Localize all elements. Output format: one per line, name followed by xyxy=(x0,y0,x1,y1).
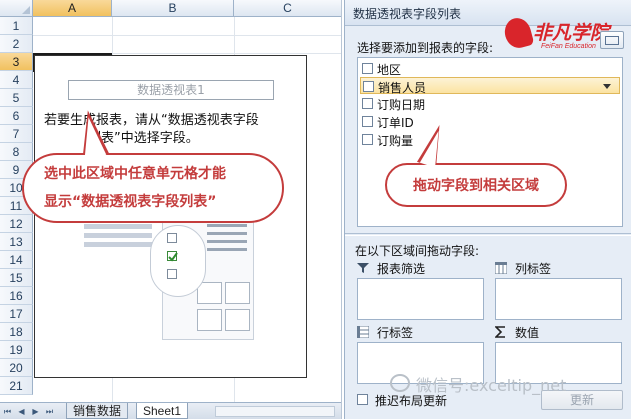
column-header-a[interactable]: A xyxy=(33,0,112,17)
instruction-callout-text: 选中此区域中任意单元格才能 显示“数据透视表字段列表” xyxy=(44,160,276,216)
area-label: 数值 xyxy=(515,326,540,340)
prev-sheet-icon[interactable]: ◀ xyxy=(16,406,27,417)
logo-mark-icon xyxy=(501,15,535,51)
column-labels-area[interactable] xyxy=(495,278,622,320)
select-all-triangle xyxy=(22,6,30,14)
worksheet[interactable]: A B C 1 2 3 4 5 6 7 8 9 10 11 12 13 14 1… xyxy=(0,0,342,419)
field-checkbox[interactable] xyxy=(362,63,373,74)
logo-name: 非凡学院 xyxy=(533,22,610,44)
first-sheet-icon[interactable]: ⏮ xyxy=(2,406,13,417)
watermark: 微信号:exceltip_net xyxy=(390,372,630,396)
excel-window: A B C 1 2 3 4 5 6 7 8 9 10 11 12 13 14 1… xyxy=(0,0,631,419)
row-header[interactable]: 14 xyxy=(0,251,33,269)
column-header-b[interactable]: B xyxy=(112,0,234,17)
watermark-text: 微信号:exceltip_net xyxy=(416,376,567,395)
sheet-tab-bar: ⏮ ◀ ▶ ⏭ 销售数据 Sheet1 xyxy=(0,402,341,419)
column-labels-icon xyxy=(495,262,507,274)
row-header[interactable]: 21 xyxy=(0,377,33,395)
field-label: 销售人员 xyxy=(378,81,427,95)
pivot-field-list-pane: 数据透视表字段列表 非凡学院 FeiFan Education 选择要添加到报表… xyxy=(344,0,631,419)
pivot-illustration xyxy=(84,215,254,340)
row-header[interactable]: 12 xyxy=(0,215,33,233)
pane-splitter[interactable] xyxy=(345,233,631,236)
row-header[interactable]: 6 xyxy=(0,107,33,125)
field-item[interactable]: 订购量 xyxy=(360,131,620,148)
column-header-c[interactable]: C xyxy=(234,0,341,17)
row-header-selected[interactable]: 3 xyxy=(0,53,33,71)
layout-options-button[interactable] xyxy=(600,31,624,49)
row-header[interactable]: 7 xyxy=(0,125,33,143)
field-checkbox[interactable] xyxy=(362,98,373,109)
row-header[interactable]: 18 xyxy=(0,323,33,341)
callout-line: 选中此区域中任意单元格才能 xyxy=(44,166,226,182)
layout-icon xyxy=(605,36,619,45)
row-header[interactable]: 15 xyxy=(0,269,33,287)
brand-logo: 非凡学院 FeiFan Education xyxy=(501,15,615,56)
field-checkbox[interactable] xyxy=(363,81,374,92)
field-item[interactable]: 订购日期 xyxy=(360,95,620,112)
field-checkbox[interactable] xyxy=(362,134,373,145)
chevron-down-icon[interactable] xyxy=(603,84,611,89)
illustration-checkbox-lens xyxy=(150,225,206,297)
row-header[interactable]: 13 xyxy=(0,233,33,251)
next-sheet-icon[interactable]: ▶ xyxy=(30,406,41,417)
area-label: 列标签 xyxy=(515,262,552,276)
row-header[interactable]: 16 xyxy=(0,287,33,305)
area-label: 报表筛选 xyxy=(377,262,426,276)
row-labels-icon xyxy=(357,326,369,338)
field-item-highlighted[interactable]: 销售人员 xyxy=(360,77,620,95)
field-label: 订购量 xyxy=(377,134,414,148)
field-label: 订单ID xyxy=(377,116,414,130)
check-icon xyxy=(167,251,178,262)
logo-subtitle: FeiFan Education xyxy=(541,43,596,50)
horizontal-scrollbar[interactable] xyxy=(215,406,335,417)
row-header[interactable]: 17 xyxy=(0,305,33,323)
field-item[interactable]: 地区 xyxy=(360,60,620,77)
sheet-tab-active[interactable]: Sheet1 xyxy=(136,403,189,419)
row-header[interactable]: 8 xyxy=(0,143,33,161)
drag-areas-label: 在以下区域间拖动字段: xyxy=(355,244,480,258)
row-header[interactable]: 1 xyxy=(0,17,33,35)
defer-layout-checkbox[interactable] xyxy=(357,394,368,405)
pane-title: 数据透视表字段列表 xyxy=(353,7,462,21)
row-header[interactable]: 4 xyxy=(0,71,33,89)
row-labels-header: 行标签 xyxy=(357,324,484,340)
field-label: 地区 xyxy=(377,63,402,77)
sigma-icon xyxy=(495,326,505,338)
field-label: 订购日期 xyxy=(377,98,426,112)
report-filter-header: 报表筛选 xyxy=(357,260,484,276)
row-header[interactable]: 2 xyxy=(0,35,33,53)
field-checkbox[interactable] xyxy=(362,116,373,127)
pivot-table-name: 数据透视表1 xyxy=(68,80,274,100)
drag-callout-text: 拖动字段到相关区域 xyxy=(413,178,539,194)
callout-line: 显示“数据透视表字段列表” xyxy=(44,194,217,210)
row-header[interactable]: 5 xyxy=(0,89,33,107)
filter-icon xyxy=(357,263,369,273)
choose-fields-label: 选择要添加到报表的字段: xyxy=(357,41,494,55)
row-header[interactable]: 19 xyxy=(0,341,33,359)
sheet-tab[interactable]: 销售数据 xyxy=(66,403,129,419)
area-label: 行标签 xyxy=(377,326,414,340)
field-item[interactable]: 订单ID xyxy=(360,113,620,130)
report-filter-area[interactable] xyxy=(357,278,484,320)
column-labels-header: 列标签 xyxy=(495,260,622,276)
wechat-icon xyxy=(390,374,410,392)
select-all-corner[interactable] xyxy=(0,0,33,17)
last-sheet-icon[interactable]: ⏭ xyxy=(44,406,55,417)
values-header: 数值 xyxy=(495,324,622,340)
row-header[interactable]: 20 xyxy=(0,359,33,377)
